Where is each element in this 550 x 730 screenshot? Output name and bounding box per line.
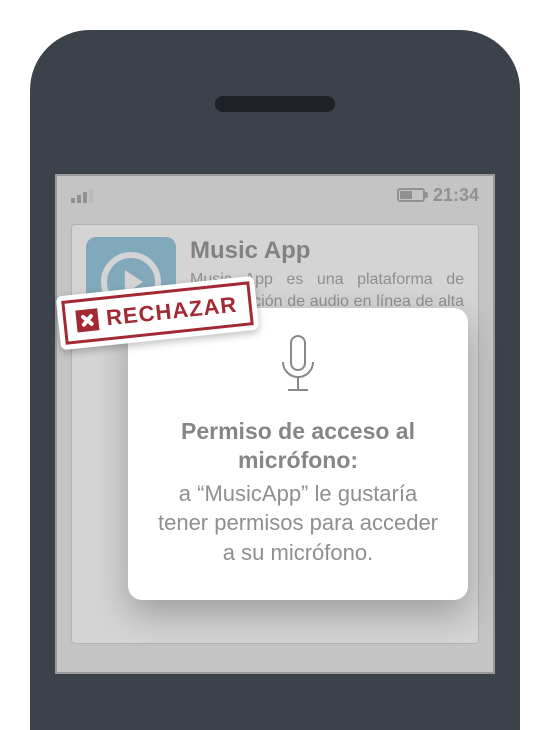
signal-strength-icon xyxy=(71,187,93,203)
microphone-icon xyxy=(156,332,440,407)
battery-fill xyxy=(400,191,412,199)
x-icon xyxy=(75,308,99,332)
reject-label: RECHAZAR xyxy=(105,292,238,332)
clock: 21:34 xyxy=(433,185,479,206)
status-bar: 21:34 xyxy=(57,176,493,214)
permission-dialog: Permiso de acceso al micrófono: a “Music… xyxy=(128,308,468,600)
app-title: Music App xyxy=(190,237,464,265)
permission-dialog-title: Permiso de acceso al micrófono: xyxy=(156,417,440,475)
phone-speaker xyxy=(215,96,335,112)
battery-icon xyxy=(397,188,425,202)
status-right: 21:34 xyxy=(397,185,479,206)
permission-dialog-body: a “MusicApp” le gustaría tener permisos … xyxy=(156,479,440,568)
